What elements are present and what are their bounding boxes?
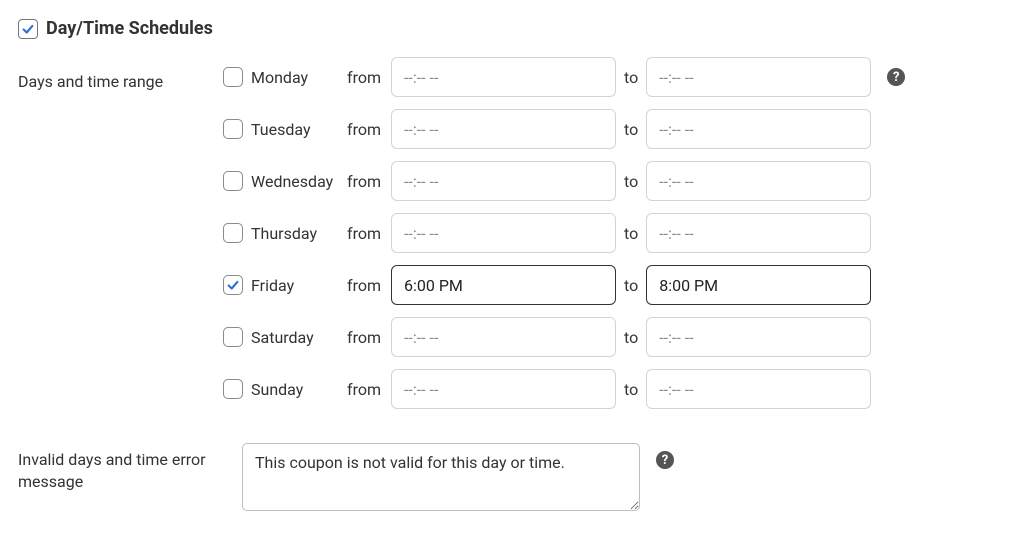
- to-time-input-friday[interactable]: 8:00 PM: [646, 265, 871, 305]
- from-label: from: [347, 120, 391, 139]
- from-label: from: [347, 276, 391, 295]
- section-enable-checkbox[interactable]: [18, 19, 38, 39]
- from-label: from: [347, 380, 391, 399]
- day-row-monday: Mondayfrom--:-- --to--:-- --?: [223, 57, 905, 97]
- day-row-tuesday: Tuesdayfrom--:-- --to--:-- --: [223, 109, 905, 149]
- to-label: to: [616, 328, 646, 347]
- to-time-input-monday[interactable]: --:-- --: [646, 57, 871, 97]
- days-time-range-label: Days and time range: [18, 57, 223, 93]
- day-label: Thursday: [243, 224, 347, 243]
- to-time-input-tuesday[interactable]: --:-- --: [646, 109, 871, 149]
- to-label: to: [616, 120, 646, 139]
- day-row-saturday: Saturdayfrom--:-- --to--:-- --: [223, 317, 905, 357]
- day-label: Sunday: [243, 380, 347, 399]
- invalid-message-textarea[interactable]: [242, 443, 640, 511]
- from-label: from: [347, 68, 391, 87]
- day-label: Monday: [243, 68, 347, 87]
- to-time-input-sunday[interactable]: --:-- --: [646, 369, 871, 409]
- day-row-wednesday: Wednesdayfrom--:-- --to--:-- --: [223, 161, 905, 201]
- to-label: to: [616, 276, 646, 295]
- to-label: to: [616, 68, 646, 87]
- from-label: from: [347, 172, 391, 191]
- to-label: to: [616, 380, 646, 399]
- day-row-sunday: Sundayfrom--:-- --to--:-- --: [223, 369, 905, 409]
- section-title: Day/Time Schedules: [46, 18, 213, 39]
- to-time-input-saturday[interactable]: --:-- --: [646, 317, 871, 357]
- day-label: Tuesday: [243, 120, 347, 139]
- day-checkbox-tuesday[interactable]: [223, 119, 243, 139]
- to-time-input-thursday[interactable]: --:-- --: [646, 213, 871, 253]
- to-label: to: [616, 172, 646, 191]
- invalid-message-row: Invalid days and time error message ?: [18, 443, 1006, 511]
- day-checkbox-saturday[interactable]: [223, 327, 243, 347]
- day-checkbox-thursday[interactable]: [223, 223, 243, 243]
- from-time-input-thursday[interactable]: --:-- --: [391, 213, 616, 253]
- days-container: Mondayfrom--:-- --to--:-- --?Tuesdayfrom…: [223, 57, 905, 409]
- days-time-range-row: Days and time range Mondayfrom--:-- --to…: [18, 57, 1006, 409]
- from-time-input-tuesday[interactable]: --:-- --: [391, 109, 616, 149]
- to-label: to: [616, 224, 646, 243]
- section-header: Day/Time Schedules: [18, 18, 1006, 39]
- day-label: Saturday: [243, 328, 347, 347]
- help-icon[interactable]: ?: [887, 68, 905, 86]
- from-label: from: [347, 224, 391, 243]
- from-time-input-saturday[interactable]: --:-- --: [391, 317, 616, 357]
- help-icon[interactable]: ?: [656, 451, 674, 469]
- from-time-input-sunday[interactable]: --:-- --: [391, 369, 616, 409]
- day-checkbox-wednesday[interactable]: [223, 171, 243, 191]
- from-label: from: [347, 328, 391, 347]
- day-row-friday: Fridayfrom6:00 PMto8:00 PM: [223, 265, 905, 305]
- from-time-input-monday[interactable]: --:-- --: [391, 57, 616, 97]
- to-time-input-wednesday[interactable]: --:-- --: [646, 161, 871, 201]
- day-row-thursday: Thursdayfrom--:-- --to--:-- --: [223, 213, 905, 253]
- day-checkbox-friday[interactable]: [223, 275, 243, 295]
- day-label: Wednesday: [243, 172, 347, 191]
- from-time-input-wednesday[interactable]: --:-- --: [391, 161, 616, 201]
- day-label: Friday: [243, 276, 347, 295]
- invalid-message-label: Invalid days and time error message: [18, 443, 242, 494]
- from-time-input-friday[interactable]: 6:00 PM: [391, 265, 616, 305]
- day-checkbox-sunday[interactable]: [223, 379, 243, 399]
- day-checkbox-monday[interactable]: [223, 67, 243, 87]
